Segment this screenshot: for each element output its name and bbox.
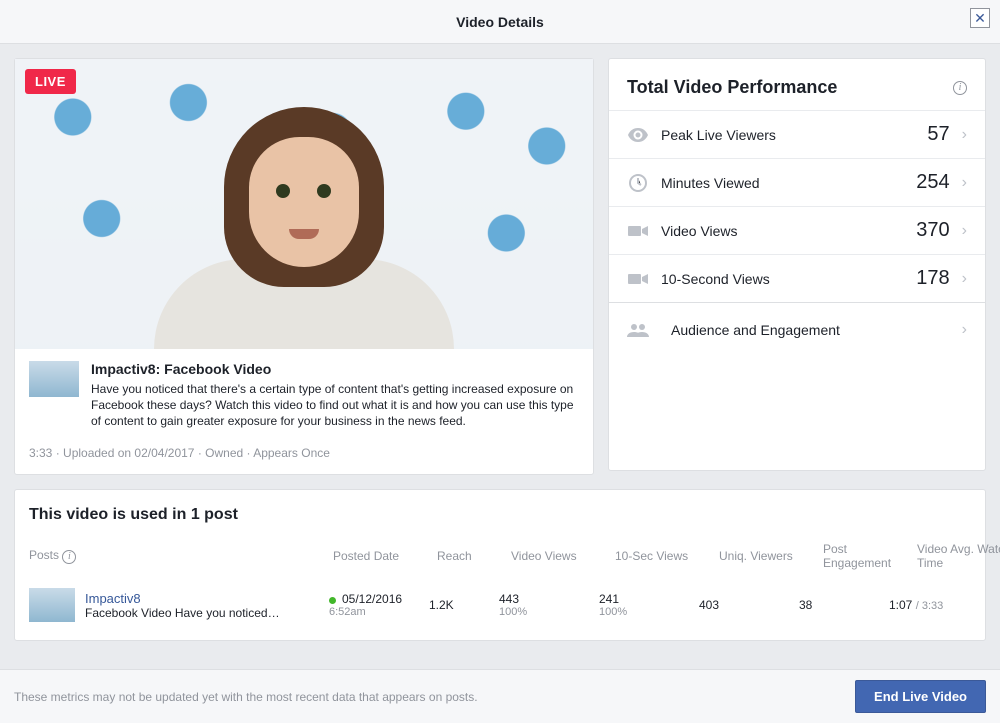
col-post-engagement: Post Engagement: [823, 542, 913, 571]
live-badge: LIVE: [25, 69, 76, 94]
end-live-video-button[interactable]: End Live Video: [855, 680, 986, 713]
post-views-pct: 100%: [499, 606, 599, 618]
post-views: 443: [499, 592, 519, 606]
video-appears: Appears Once: [253, 446, 330, 460]
watch-total: 3:33: [922, 600, 943, 612]
video-camera-icon: [627, 268, 649, 290]
info-icon[interactable]: i: [953, 81, 967, 95]
watch-avg: 1:07: [889, 598, 912, 612]
chevron-right-icon: ›: [962, 270, 967, 288]
info-icon[interactable]: i: [62, 550, 76, 564]
post-time: 6:52am: [329, 606, 429, 618]
modal-footer: These metrics may not be updated yet wit…: [0, 669, 1000, 723]
col-posted-date: Posted Date: [333, 549, 433, 563]
post-thumbnail: [29, 588, 75, 622]
post-uniq: 403: [699, 598, 799, 612]
metric-label: 10-Second Views: [661, 271, 916, 287]
metric-label: Video Views: [661, 223, 916, 239]
posts-title: This video is used in 1 post: [29, 506, 971, 524]
metric-peak-live-viewers[interactable]: Peak Live Viewers 57 ›: [609, 110, 985, 158]
performance-title: Total Video Performance: [627, 77, 837, 98]
clock-icon: [627, 172, 649, 194]
post-date: 05/12/2016: [342, 592, 402, 606]
chevron-right-icon: ›: [962, 174, 967, 192]
metric-label: Peak Live Viewers: [661, 127, 927, 143]
audience-engagement-row[interactable]: Audience and Engagement ›: [609, 302, 985, 357]
video-title: Impactiv8: Facebook Video: [91, 361, 579, 377]
eye-icon: [627, 124, 649, 146]
metric-value: 254: [916, 171, 949, 194]
engagement-label: Audience and Engagement: [671, 322, 962, 338]
modal-title: Video Details: [456, 14, 544, 30]
metric-value: 178: [916, 267, 949, 290]
table-row[interactable]: Impactiv8 Facebook Video Have you notice…: [29, 580, 971, 630]
post-engage: 38: [799, 598, 889, 612]
close-icon: ✕: [974, 10, 986, 27]
col-ten-sec-views: 10-Sec Views: [615, 549, 715, 563]
col-video-views: Video Views: [511, 549, 611, 563]
post-name[interactable]: Impactiv8: [85, 591, 305, 606]
post-tensec: 241: [599, 592, 619, 606]
chevron-right-icon: ›: [962, 126, 967, 144]
video-camera-icon: [627, 220, 649, 242]
col-posts: Posts: [29, 548, 59, 562]
video-footer: 3:33 Uploaded on 02/04/2017 Owned Appear…: [15, 438, 593, 474]
chevron-right-icon: ›: [962, 222, 967, 240]
col-watch-time: Video Avg. Watch Time: [917, 542, 1000, 571]
chevron-right-icon: ›: [962, 321, 967, 339]
video-duration: 3:33: [29, 446, 63, 460]
metric-label: Minutes Viewed: [661, 175, 916, 191]
video-card: LIVE Impactiv8: Facebook Video Have you …: [14, 58, 594, 475]
close-button[interactable]: ✕: [970, 8, 990, 28]
posts-card: This video is used in 1 post Posts i Pos…: [14, 489, 986, 642]
video-description: Have you noticed that there's a certain …: [91, 381, 579, 430]
metric-minutes-viewed[interactable]: Minutes Viewed 254 ›: [609, 158, 985, 206]
modal-header: Video Details ✕: [0, 0, 1000, 44]
video-ownership: Owned: [205, 446, 253, 460]
video-meta-thumbnail: [29, 361, 79, 397]
metric-video-views[interactable]: Video Views 370 ›: [609, 206, 985, 254]
footer-note: These metrics may not be updated yet wit…: [14, 690, 478, 704]
people-icon: [627, 319, 649, 341]
post-subtitle: Facebook Video Have you noticed…: [85, 606, 305, 620]
metric-ten-second-views[interactable]: 10-Second Views 178 ›: [609, 254, 985, 302]
posts-table-header: Posts i Posted Date Reach Video Views 10…: [29, 536, 971, 581]
status-dot-icon: [329, 597, 336, 604]
video-thumbnail[interactable]: LIVE: [15, 59, 593, 349]
col-reach: Reach: [437, 549, 507, 563]
metric-value: 370: [916, 219, 949, 242]
post-reach: 1.2K: [429, 598, 499, 612]
performance-card: Total Video Performance i Peak Live View…: [608, 58, 986, 471]
post-tensec-pct: 100%: [599, 606, 699, 618]
metric-value: 57: [927, 123, 949, 146]
col-uniq-viewers: Uniq. Viewers: [719, 549, 819, 563]
video-uploaded: Uploaded on 02/04/2017: [63, 446, 205, 460]
